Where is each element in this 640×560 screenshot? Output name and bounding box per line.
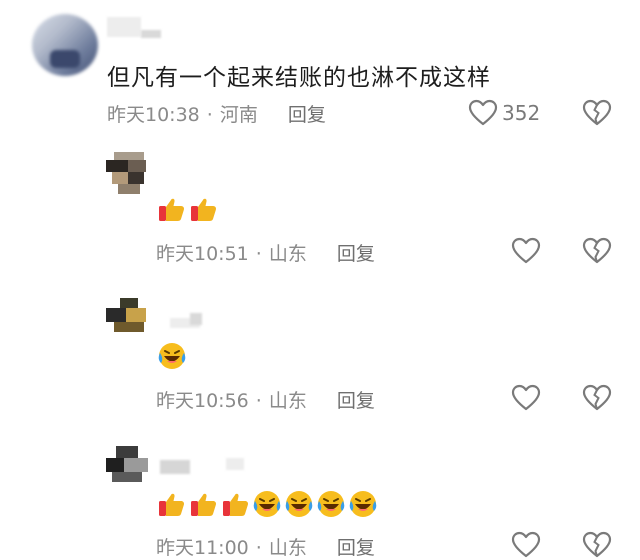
thumbs-up-emoji (155, 488, 187, 520)
broken-heart-icon[interactable] (582, 384, 612, 412)
reply-2-avatar[interactable] (106, 298, 150, 334)
reply-2-location: 山东 (268, 390, 307, 412)
broken-heart-icon[interactable] (582, 237, 612, 265)
heart-outline-icon[interactable] (468, 99, 498, 127)
reply-3-location: 山东 (268, 537, 307, 559)
reply-1-avatar[interactable] (106, 152, 150, 196)
reply-1-emojis (155, 193, 219, 225)
main-comment-reply-button[interactable]: 回复 (288, 104, 326, 126)
laughing-tears-emoji (283, 488, 315, 520)
main-comment-meta: 昨天10:38 · 河南 回复 (107, 100, 326, 127)
reply-2-name-blur-2 (190, 313, 202, 325)
reply-3-reply-button[interactable]: 回复 (337, 537, 375, 559)
meta-separator: · (255, 243, 262, 265)
main-commenter-name-blur-2 (141, 30, 161, 38)
reply-3-emojis (155, 488, 379, 520)
reply-3-time: 昨天11:00 (156, 537, 249, 559)
broken-heart-icon[interactable] (582, 531, 612, 559)
laughing-tears-emoji (347, 488, 379, 520)
main-comment-location: 河南 (219, 104, 258, 126)
reply-2-time: 昨天10:56 (156, 390, 249, 412)
reply-3-name-blur-2 (226, 458, 244, 470)
thumbs-up-emoji (155, 193, 187, 225)
reply-2-reply-button[interactable]: 回复 (337, 390, 375, 412)
main-commenter-name[interactable] (107, 17, 141, 37)
heart-outline-icon[interactable] (511, 384, 541, 412)
reply-1-location: 山东 (268, 243, 307, 265)
thumbs-up-emoji (187, 193, 219, 225)
meta-separator: · (255, 390, 262, 412)
reply-1-reply-button[interactable]: 回复 (337, 243, 375, 265)
meta-separator: · (206, 104, 213, 126)
reply-1-meta: 昨天10:51 · 山东 回复 (156, 239, 375, 266)
thumbs-up-emoji (187, 488, 219, 520)
laughing-tears-emoji (251, 488, 283, 520)
heart-outline-icon[interactable] (511, 237, 541, 265)
reply-3-name[interactable] (160, 460, 190, 474)
heart-outline-icon[interactable] (511, 531, 541, 559)
reply-2-emojis (156, 340, 188, 372)
laughing-tears-emoji (315, 488, 347, 520)
broken-heart-icon[interactable] (582, 99, 612, 127)
thumbs-up-emoji (219, 488, 251, 520)
meta-separator: · (255, 537, 262, 559)
main-comment-time: 昨天10:38 (107, 104, 200, 126)
reply-3-avatar[interactable] (106, 446, 150, 482)
reply-2-meta: 昨天10:56 · 山东 回复 (156, 386, 375, 413)
reply-3-meta: 昨天11:00 · 山东 回复 (156, 533, 375, 560)
main-comment-like-count: 352 (502, 101, 541, 125)
laughing-tears-emoji (156, 340, 188, 372)
main-commenter-avatar[interactable] (32, 14, 98, 76)
reply-1-time: 昨天10:51 (156, 243, 249, 265)
main-comment-text: 但凡有一个起来结账的也淋不成这样 (107, 65, 491, 91)
